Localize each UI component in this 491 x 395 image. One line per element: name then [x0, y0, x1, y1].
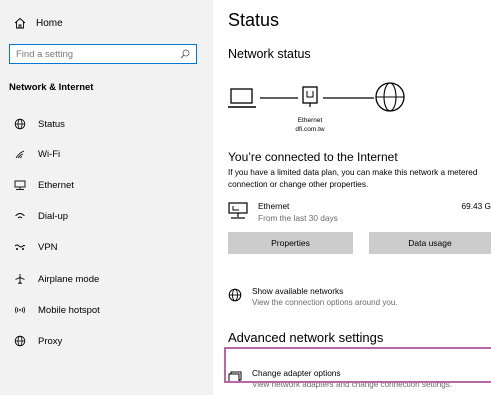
hotspot-icon — [15, 306, 25, 314]
globe-status-icon — [14, 118, 26, 130]
sidebar-item-label: Status — [38, 118, 65, 130]
connection-status-title: You’re connected to the Internet — [228, 150, 398, 164]
ethernet-adapter-icon — [302, 86, 318, 107]
home-nav-item[interactable]: Home — [14, 14, 63, 32]
sidebar-item-label: Airplane mode — [38, 273, 100, 285]
sidebar-item-proxy[interactable]: Proxy — [14, 332, 62, 350]
sidebar: Home Network & Internet Status Wi-Fi — [0, 0, 213, 395]
sidebar-item-label: Dial-up — [38, 210, 69, 222]
ethernet-icon — [14, 180, 26, 190]
home-label: Home — [36, 17, 63, 29]
sidebar-item-label: Ethernet — [38, 179, 74, 191]
advanced-settings-heading: Advanced network settings — [228, 330, 384, 345]
highlight-box — [224, 347, 491, 383]
sidebar-item-airplane-mode[interactable]: Airplane mode — [14, 270, 99, 288]
sidebar-item-status[interactable]: Status — [14, 115, 65, 133]
network-globe-icon — [228, 288, 242, 302]
adapter-label: Ethernet — [297, 117, 323, 124]
sidebar-item-label: Proxy — [38, 335, 63, 347]
search-input[interactable] — [16, 48, 180, 60]
sidebar-item-vpn[interactable]: VPN — [14, 238, 58, 256]
show-networks-title: Show available networks — [252, 286, 344, 296]
ethernet-name: Ethernet — [258, 201, 290, 211]
data-usage-button[interactable]: Data usage — [369, 232, 491, 254]
sidebar-item-label: Wi-Fi — [38, 148, 61, 160]
sidebar-item-ethernet[interactable]: Ethernet — [14, 176, 74, 194]
ethernet-period: From the last 30 days — [258, 213, 338, 223]
dialup-icon — [15, 213, 25, 219]
wifi-icon — [15, 150, 25, 159]
main-content: Status Network status Ethernet dfi.com.t… — [213, 0, 491, 395]
ethernet-usage-value: 69.43 G — [461, 201, 491, 211]
connection-status-desc: If you have a limited data plan, you can… — [228, 168, 478, 189]
internet-globe-icon — [375, 82, 405, 112]
home-icon — [14, 17, 26, 29]
computer-icon — [228, 88, 256, 108]
sidebar-item-dialup[interactable]: Dial-up — [14, 207, 68, 225]
proxy-globe-icon — [14, 335, 26, 347]
search-icon[interactable] — [180, 49, 190, 59]
properties-button[interactable]: Properties — [228, 232, 353, 254]
page-title: Status — [228, 10, 280, 30]
ethernet-usage-row: Ethernet From the last 30 days 69.43 G — [228, 199, 491, 227]
show-available-networks-link[interactable]: Show available networks View the connect… — [228, 286, 491, 312]
network-diagram: Ethernet dfi.com.tw — [228, 80, 428, 140]
sidebar-item-mobile-hotspot[interactable]: Mobile hotspot — [14, 301, 100, 319]
network-name-label: dfi.com.tw — [295, 126, 325, 133]
search-box[interactable] — [9, 44, 197, 64]
sidebar-item-label: VPN — [38, 241, 58, 253]
network-status-heading: Network status — [228, 47, 311, 61]
vpn-icon — [14, 244, 26, 250]
show-networks-desc: View the connection options around you. — [252, 298, 398, 307]
sidebar-item-label: Mobile hotspot — [38, 304, 100, 316]
sidebar-item-wifi[interactable]: Wi-Fi — [14, 145, 60, 163]
section-title: Network & Internet — [9, 82, 94, 93]
ethernet-icon — [228, 202, 248, 219]
airplane-icon — [15, 274, 25, 284]
